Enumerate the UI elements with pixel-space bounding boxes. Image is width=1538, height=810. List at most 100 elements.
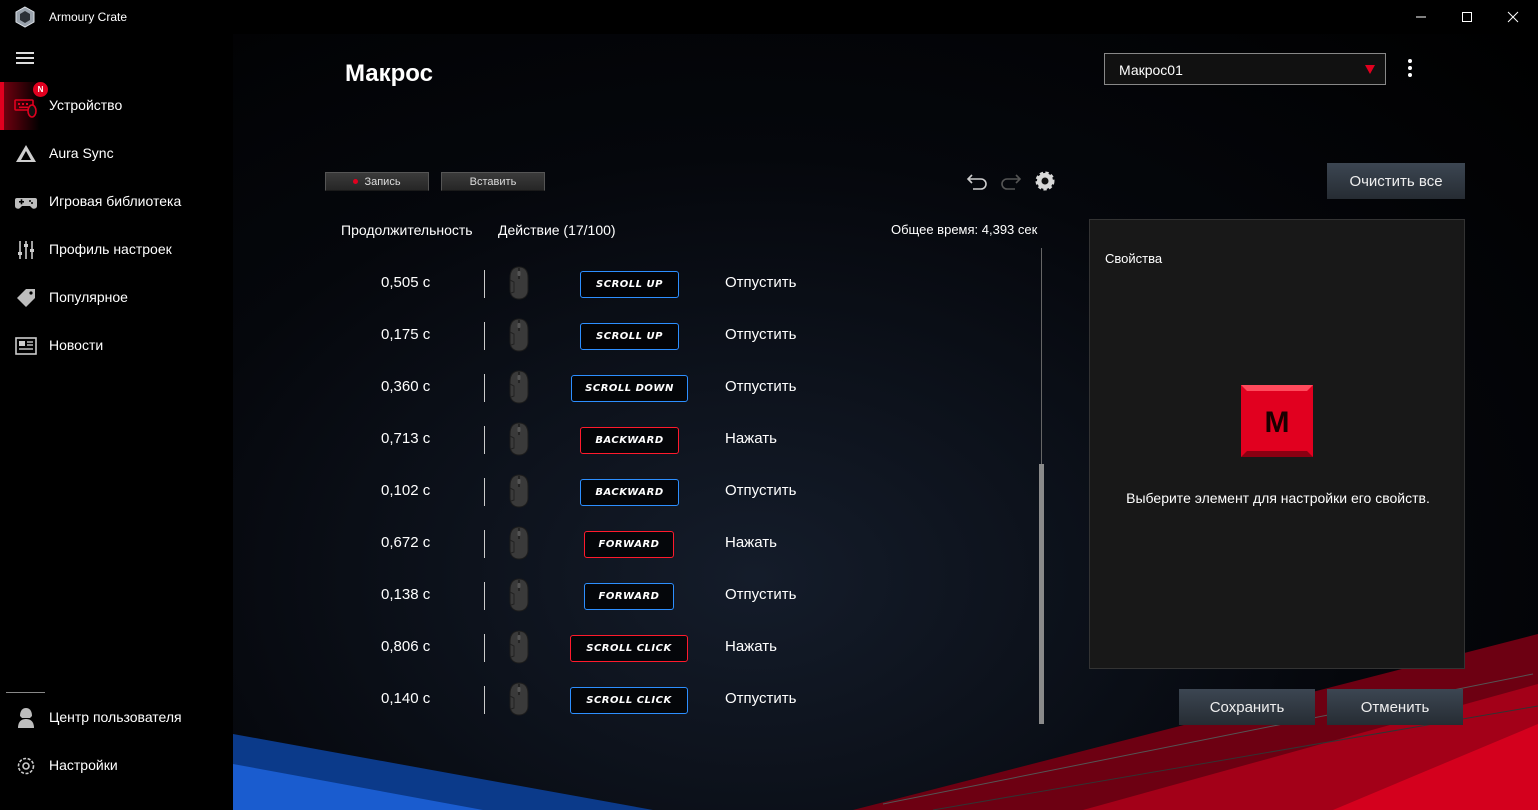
record-label: Запись — [364, 175, 401, 188]
column-header-action: Действие (17/100) — [498, 222, 616, 238]
sidebar-item-device[interactable]: N Устройство — [0, 82, 233, 130]
row-separator — [484, 582, 485, 610]
insert-label: Вставить — [469, 175, 517, 188]
cancel-button[interactable]: Отменить — [1327, 689, 1463, 725]
key-chip: BACKWARD — [580, 479, 679, 506]
event-action: Отпустить — [725, 690, 797, 707]
macro-event-row[interactable]: 0,713 с BACKWARD Нажать — [233, 414, 1033, 466]
properties-panel: Свойства M Выберите элемент для настройк… — [1089, 219, 1465, 669]
event-duration: 0,672 с — [381, 534, 431, 551]
sidebar-item-settings[interactable]: Настройки — [0, 742, 233, 790]
key-chip: SCROLL UP — [580, 323, 679, 350]
macro-event-row[interactable]: 0,806 с SCROLL CLICK Нажать — [233, 622, 1033, 674]
save-button[interactable]: Сохранить — [1179, 689, 1315, 725]
macro-event-row[interactable]: 0,175 с SCROLL UP Отпустить — [233, 310, 1033, 362]
total-time: Общее время: 4,393 сек — [891, 222, 1038, 237]
row-separator — [484, 634, 485, 662]
close-button[interactable] — [1490, 0, 1536, 34]
sidebar-item-game-library[interactable]: Игровая библиотека — [0, 178, 233, 226]
sidebar-item-news[interactable]: Новости — [0, 322, 233, 370]
sidebar-item-label: Игровая библиотека — [49, 193, 182, 209]
event-duration: 0,806 с — [381, 638, 431, 655]
event-action: Отпустить — [725, 586, 797, 603]
sidebar-item-aura-sync[interactable]: Aura Sync — [0, 130, 233, 178]
clear-all-label: Очистить все — [1349, 172, 1443, 190]
sidebar-item-settings-profile[interactable]: Профиль настроек — [0, 226, 233, 274]
macro-event-row[interactable]: 0,102 с BACKWARD Отпустить — [233, 466, 1033, 518]
sidebar: N Устройство Aura Sync Игровая библиотек… — [0, 34, 233, 810]
key-chip: FORWARD — [584, 583, 674, 610]
key-chip: SCROLL CLICK — [570, 687, 688, 714]
row-separator — [484, 686, 485, 714]
macro-event-row[interactable]: 0,360 с SCROLL DOWN Отпустить — [233, 362, 1033, 414]
row-separator — [484, 322, 485, 350]
key-chip: SCROLL DOWN — [571, 375, 688, 402]
more-options-icon[interactable] — [1403, 59, 1417, 81]
macro-key-icon: M — [1241, 385, 1313, 457]
clear-all-button[interactable]: Очистить все — [1327, 163, 1465, 199]
hamburger-menu-icon[interactable] — [16, 52, 34, 66]
record-dot-icon — [353, 179, 359, 184]
macro-select-value: Макрос01 — [1119, 62, 1183, 78]
notification-badge: N — [33, 82, 48, 97]
close-icon — [1507, 11, 1519, 23]
sidebar-item-label: Устройство — [49, 97, 123, 113]
active-indicator — [0, 82, 4, 130]
event-action: Нажать — [725, 638, 777, 655]
insert-button[interactable]: Вставить — [441, 172, 545, 191]
aura-triangle-icon — [16, 145, 36, 162]
row-separator — [484, 374, 485, 402]
macro-event-row[interactable]: 0,140 с SCROLL CLICK Отпустить — [233, 674, 1033, 726]
sidebar-item-label: Настройки — [49, 757, 118, 773]
row-separator — [484, 478, 485, 506]
mouse-icon — [509, 318, 529, 352]
maximize-button[interactable] — [1444, 0, 1490, 34]
row-separator — [484, 530, 485, 558]
mouse-icon — [509, 682, 529, 716]
event-duration: 0,138 с — [381, 586, 431, 603]
title-bar: Armoury Crate — [0, 0, 1538, 34]
sidebar-divider — [6, 692, 45, 693]
key-chip: FORWARD — [584, 531, 674, 558]
column-header-duration: Продолжительность — [341, 222, 473, 238]
properties-message: Выберите элемент для настройки его свойс… — [1126, 490, 1430, 506]
macro-key-letter: M — [1265, 406, 1290, 439]
undo-icon[interactable] — [965, 171, 989, 191]
chevron-down-icon — [1365, 65, 1375, 74]
macro-event-row[interactable]: 0,505 с SCROLL UP Отпустить — [233, 258, 1033, 310]
event-duration: 0,713 с — [381, 430, 431, 447]
key-chip: BACKWARD — [580, 427, 679, 454]
macro-event-row[interactable]: 0,138 с FORWARD Отпустить — [233, 570, 1033, 622]
event-action: Отпустить — [725, 378, 797, 395]
event-duration: 0,140 с — [381, 690, 431, 707]
event-duration: 0,360 с — [381, 378, 431, 395]
mouse-icon — [509, 266, 529, 300]
macro-select[interactable]: Макрос01 — [1104, 53, 1386, 85]
redo-icon[interactable] — [999, 171, 1023, 191]
row-separator — [484, 270, 485, 298]
event-duration: 0,505 с — [381, 274, 431, 291]
mouse-icon — [509, 474, 529, 508]
sidebar-item-popular[interactable]: Популярное — [0, 274, 233, 322]
event-action: Нажать — [725, 430, 777, 447]
gear-icon[interactable] — [1033, 169, 1057, 193]
scrollbar-thumb[interactable] — [1039, 464, 1044, 724]
sidebar-item-label: Центр пользователя — [49, 709, 182, 725]
page-title: Макрос — [345, 60, 433, 87]
main-content: Макрос Макрос01 Запись Вставить Очистить… — [233, 34, 1538, 810]
minimize-button[interactable] — [1398, 0, 1444, 34]
event-duration: 0,175 с — [381, 326, 431, 343]
event-duration: 0,102 с — [381, 482, 431, 499]
gear-icon — [17, 757, 35, 775]
event-action: Отпустить — [725, 326, 797, 343]
cancel-label: Отменить — [1360, 698, 1430, 716]
macro-event-row[interactable]: 0,672 с FORWARD Нажать — [233, 518, 1033, 570]
sidebar-item-label: Новости — [49, 337, 104, 353]
sliders-icon — [18, 241, 34, 259]
record-button[interactable]: Запись — [325, 172, 429, 191]
event-action: Нажать — [725, 534, 777, 551]
gamepad-icon — [15, 198, 37, 209]
sidebar-item-user-center[interactable]: Центр пользователя — [0, 694, 233, 742]
mouse-icon — [509, 630, 529, 664]
row-separator — [484, 426, 485, 454]
